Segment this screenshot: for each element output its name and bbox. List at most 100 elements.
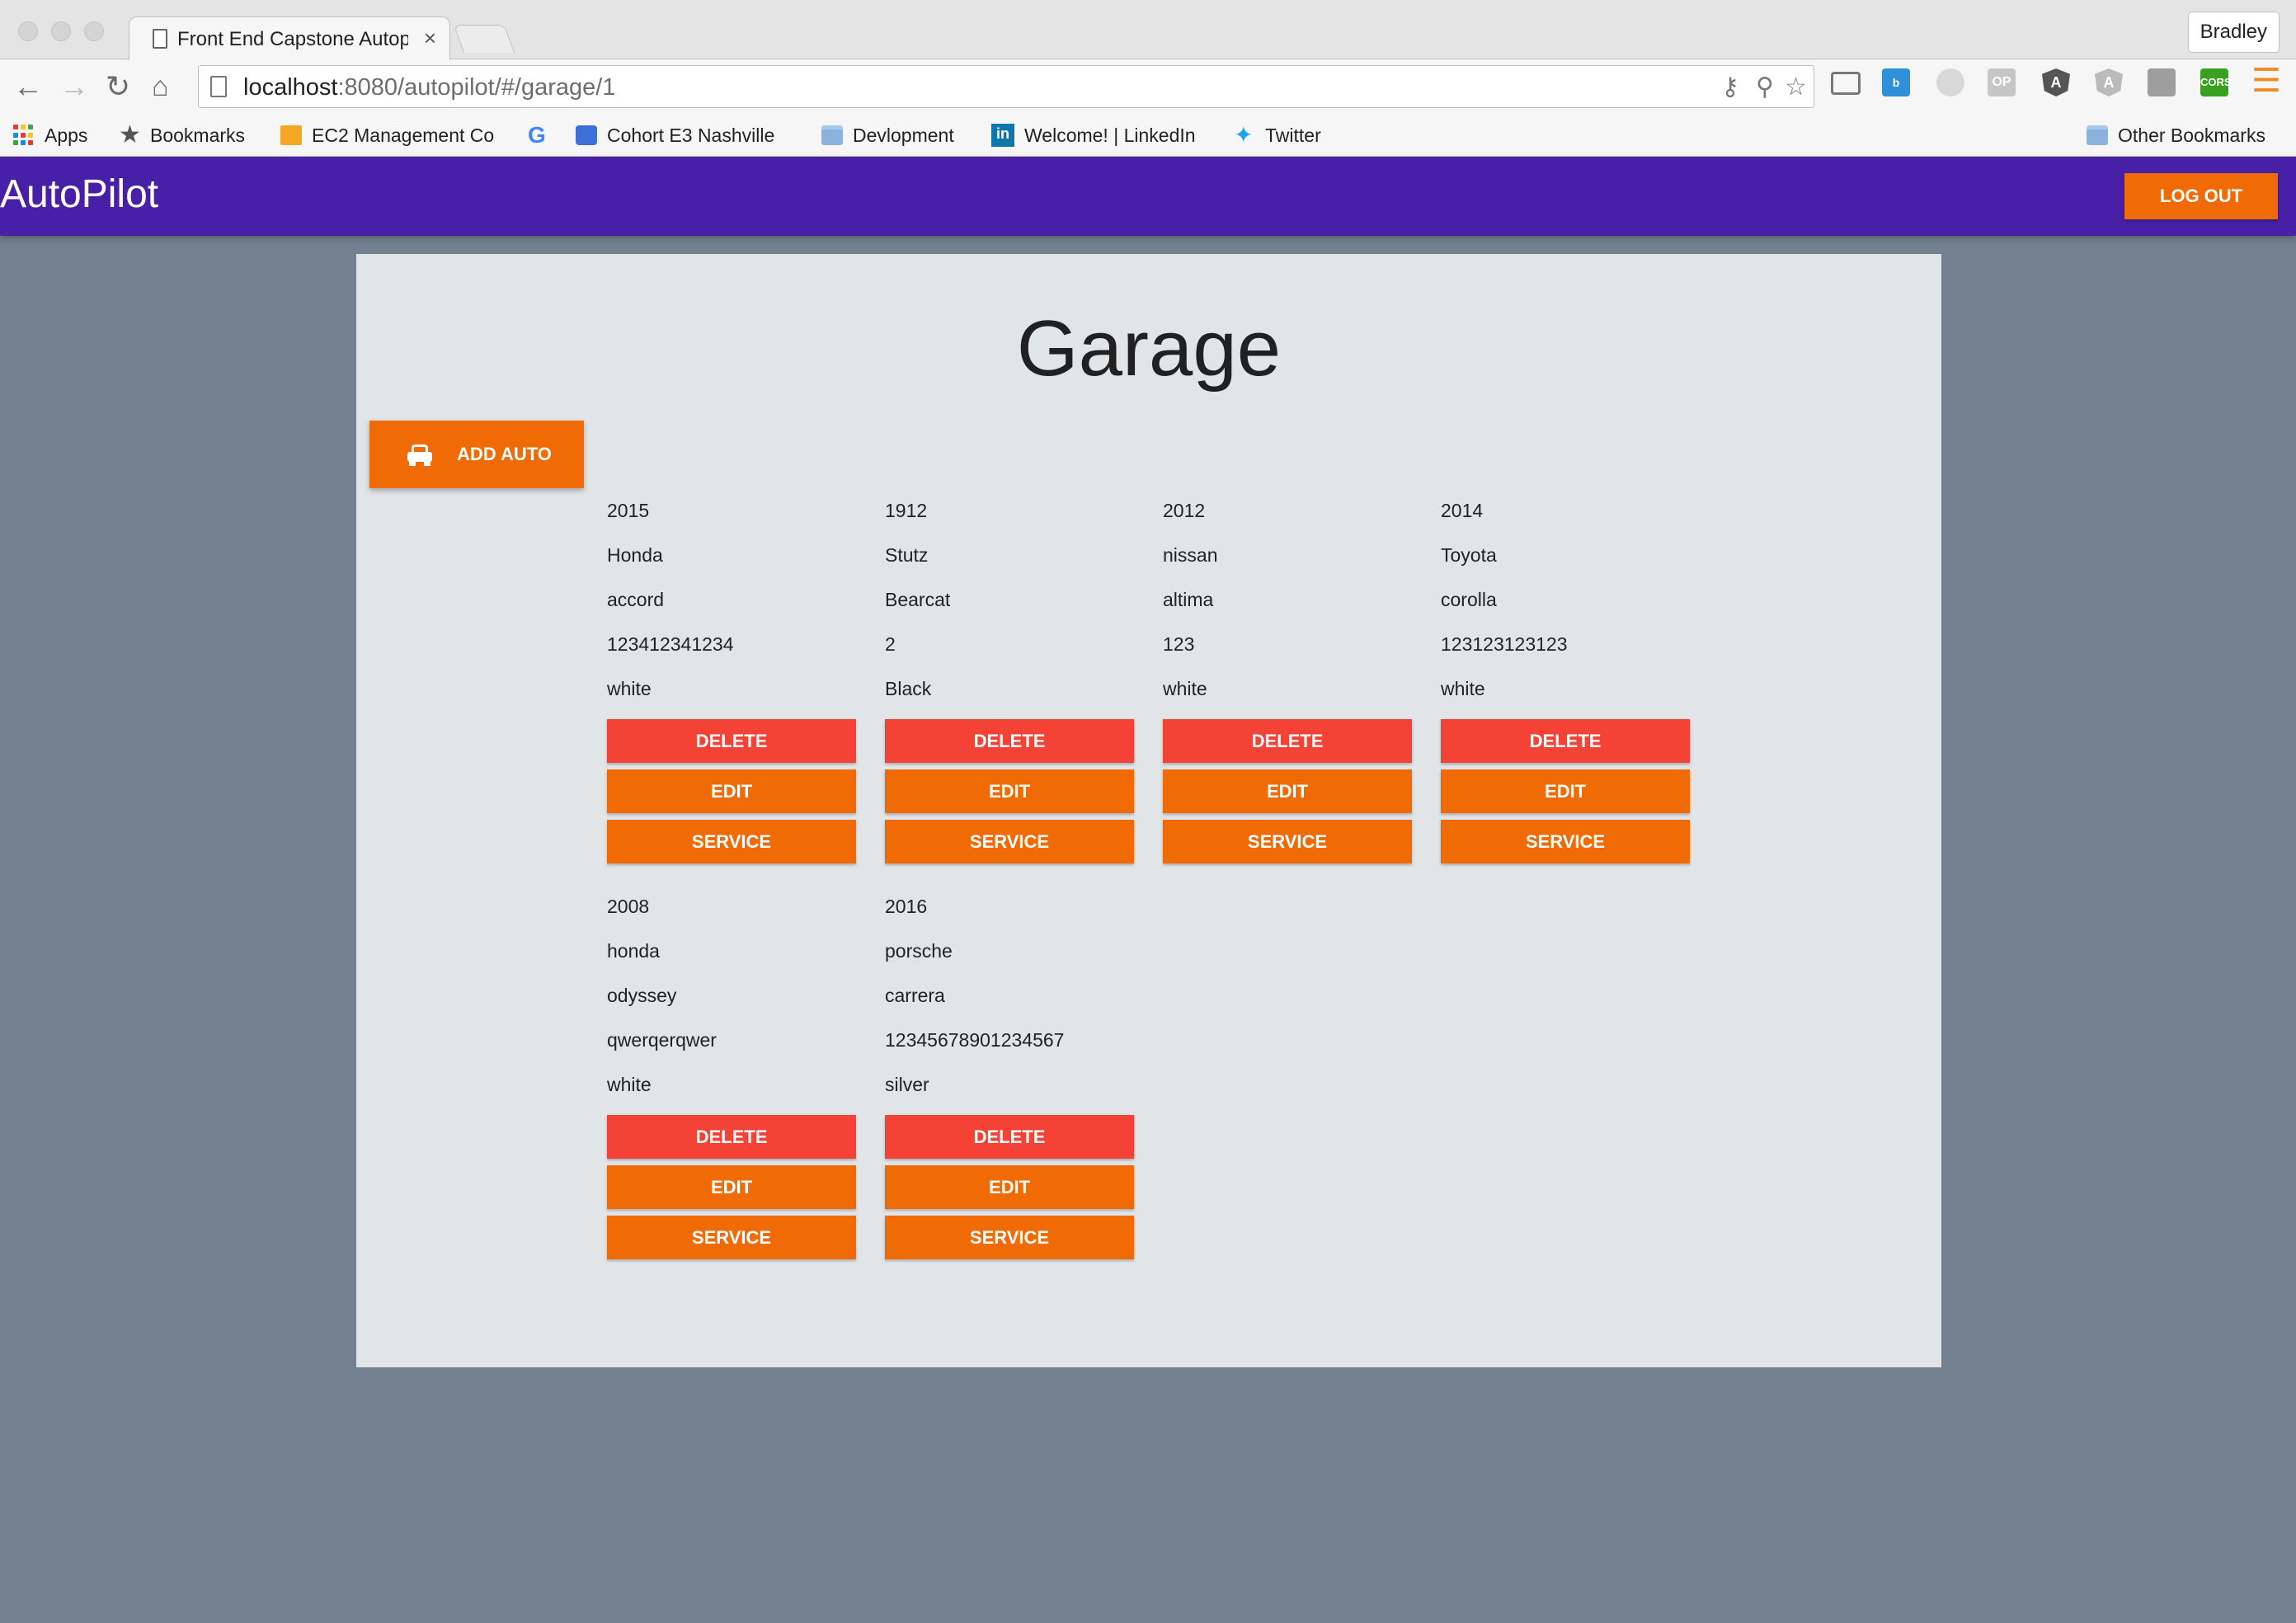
tab-strip: Front End Capstone Autopi × Bradley — [0, 0, 2296, 60]
reload-icon[interactable]: ↻ — [106, 70, 130, 103]
car-color: white — [1441, 678, 1485, 699]
window-minimize-icon[interactable] — [51, 21, 71, 41]
bookmark-label: Welcome! | LinkedIn — [1024, 124, 1196, 146]
edit-button[interactable]: EDIT — [607, 769, 856, 813]
star-icon: ★ — [119, 121, 141, 148]
app-header: AutoPilot LOG OUT — [0, 157, 2296, 236]
bookmark-bookmarks[interactable]: ★ Bookmarks — [119, 121, 245, 149]
edit-button[interactable]: EDIT — [1441, 769, 1690, 813]
extension-circle-icon[interactable] — [1936, 68, 1964, 96]
car-model: corolla — [1441, 589, 1497, 610]
apps-grid-icon — [13, 125, 35, 146]
service-button[interactable]: SERVICE — [1163, 820, 1412, 863]
bookmark-label: Devlopment — [853, 124, 954, 146]
car-make: Toyota — [1441, 544, 1497, 566]
service-button[interactable]: SERVICE — [1441, 820, 1690, 863]
delete-button[interactable]: DELETE — [885, 1115, 1134, 1159]
beta-extension-icon[interactable]: b — [1882, 68, 1910, 96]
address-bar[interactable]: localhost:8080/autopilot/#/garage/1 ⚷ ⚲ … — [198, 65, 1814, 108]
car-vin: 12345678901234567 — [885, 1029, 1065, 1051]
car-vin: qwerqerqwer — [607, 1029, 717, 1051]
tab-title: Front End Capstone Autopi — [177, 28, 408, 50]
browser-tab[interactable]: Front End Capstone Autopi × — [129, 16, 450, 60]
menu-icon[interactable]: ☰ — [2251, 64, 2281, 97]
car-year: 2015 — [607, 500, 650, 521]
bookmark-star-icon[interactable]: ☆ — [1785, 73, 1807, 101]
car-color: white — [607, 1074, 652, 1095]
car-year: 2008 — [607, 896, 650, 917]
folder-icon — [2087, 125, 2108, 145]
window-close-icon[interactable] — [18, 21, 38, 41]
delete-button[interactable]: DELETE — [1163, 719, 1412, 763]
window-zoom-icon[interactable] — [84, 21, 104, 41]
angular-extension-icon[interactable]: A — [2042, 68, 2070, 96]
car-year: 2014 — [1441, 500, 1484, 521]
garage-panel: Garage ADD AUTO 2015 Honda accord 123412… — [356, 254, 1941, 1367]
bookmark-devlopment[interactable]: Devlopment — [821, 121, 954, 149]
service-button[interactable]: SERVICE — [607, 1216, 856, 1259]
angular-grey-extension-icon[interactable]: A — [2095, 68, 2123, 96]
bookmark-linkedin[interactable]: in Welcome! | LinkedIn — [991, 121, 1196, 149]
car-year: 1912 — [885, 500, 928, 521]
service-button[interactable]: SERVICE — [885, 1216, 1134, 1259]
edit-button[interactable]: EDIT — [1163, 769, 1412, 813]
home-icon[interactable]: ⌂ — [152, 70, 169, 103]
twitter-icon: ✦ — [1234, 122, 1254, 148]
car-model: carrera — [885, 985, 945, 1006]
cors-extension-icon[interactable]: CORS — [2200, 68, 2232, 96]
page-info-icon[interactable] — [210, 76, 227, 97]
bookmark-label: Twitter — [1265, 124, 1321, 146]
page-title: Garage — [1016, 304, 1282, 393]
car-color: Black — [885, 678, 932, 699]
edit-button[interactable]: EDIT — [885, 769, 1134, 813]
delete-button[interactable]: DELETE — [607, 1115, 856, 1159]
bookmark-google[interactable]: G — [528, 121, 559, 149]
car-vin: 2 — [885, 633, 896, 655]
back-arrow-icon[interactable]: ← — [13, 70, 43, 103]
add-auto-label: ADD AUTO — [457, 444, 552, 464]
op-extension-icon[interactable]: OP — [1988, 68, 2016, 96]
forward-arrow-icon[interactable]: → — [59, 70, 89, 103]
tab-close-icon[interactable]: × — [424, 26, 436, 51]
service-button[interactable]: SERVICE — [885, 820, 1134, 863]
delete-button[interactable]: DELETE — [607, 719, 856, 763]
car-color: white — [1163, 678, 1207, 699]
google-icon: G — [528, 122, 546, 148]
car-model: Bearcat — [885, 589, 951, 610]
zoom-icon[interactable]: ⚲ — [1756, 73, 1774, 101]
new-tab-button[interactable] — [453, 25, 515, 53]
chat-icon — [576, 125, 597, 145]
delete-button[interactable]: DELETE — [885, 719, 1134, 763]
edit-button[interactable]: EDIT — [607, 1165, 856, 1209]
car-model: accord — [607, 589, 665, 610]
bookmark-label: Apps — [45, 124, 88, 146]
logout-button[interactable]: LOG OUT — [2124, 173, 2278, 219]
add-auto-button[interactable]: ADD AUTO — [369, 421, 584, 488]
key-icon[interactable]: ⚷ — [1721, 73, 1739, 101]
bookmark-other[interactable]: Other Bookmarks — [2087, 121, 2265, 149]
service-button[interactable]: SERVICE — [607, 820, 856, 863]
bookmark-ec2[interactable]: EC2 Management Co — [280, 121, 501, 149]
car-make: Honda — [607, 544, 663, 566]
app-brand[interactable]: AutoPilot — [0, 172, 158, 217]
profile-button[interactable]: Bradley — [2187, 12, 2280, 53]
bookmark-apps[interactable]: Apps — [13, 121, 87, 149]
edit-button[interactable]: EDIT — [885, 1165, 1134, 1209]
car-make: nissan — [1163, 544, 1218, 566]
bookmark-cohort[interactable]: Cohort E3 Nashville — [576, 121, 798, 149]
car-year: 2016 — [885, 896, 928, 917]
car-year: 2012 — [1163, 500, 1206, 521]
car-vin: 123 — [1163, 633, 1195, 655]
cast-icon[interactable] — [1831, 72, 1861, 95]
bookmark-twitter[interactable]: ✦ Twitter — [1234, 121, 1321, 149]
car-color: silver — [885, 1074, 929, 1095]
browser-chrome: Front End Capstone Autopi × Bradley ← → … — [0, 0, 2296, 157]
browser-toolbar: ← → ↻ ⌂ localhost:8080/autopilot/#/garag… — [0, 60, 2296, 115]
car-vin: 123412341234 — [607, 633, 734, 655]
delete-button[interactable]: DELETE — [1441, 719, 1690, 763]
bookmark-label: Bookmarks — [150, 124, 246, 146]
car-icon — [407, 443, 432, 466]
panel-extension-icon[interactable] — [2148, 68, 2176, 96]
car-card: 2012 nissan altima 123 white DELETE EDIT… — [1163, 496, 1441, 892]
folder-icon — [821, 125, 843, 145]
